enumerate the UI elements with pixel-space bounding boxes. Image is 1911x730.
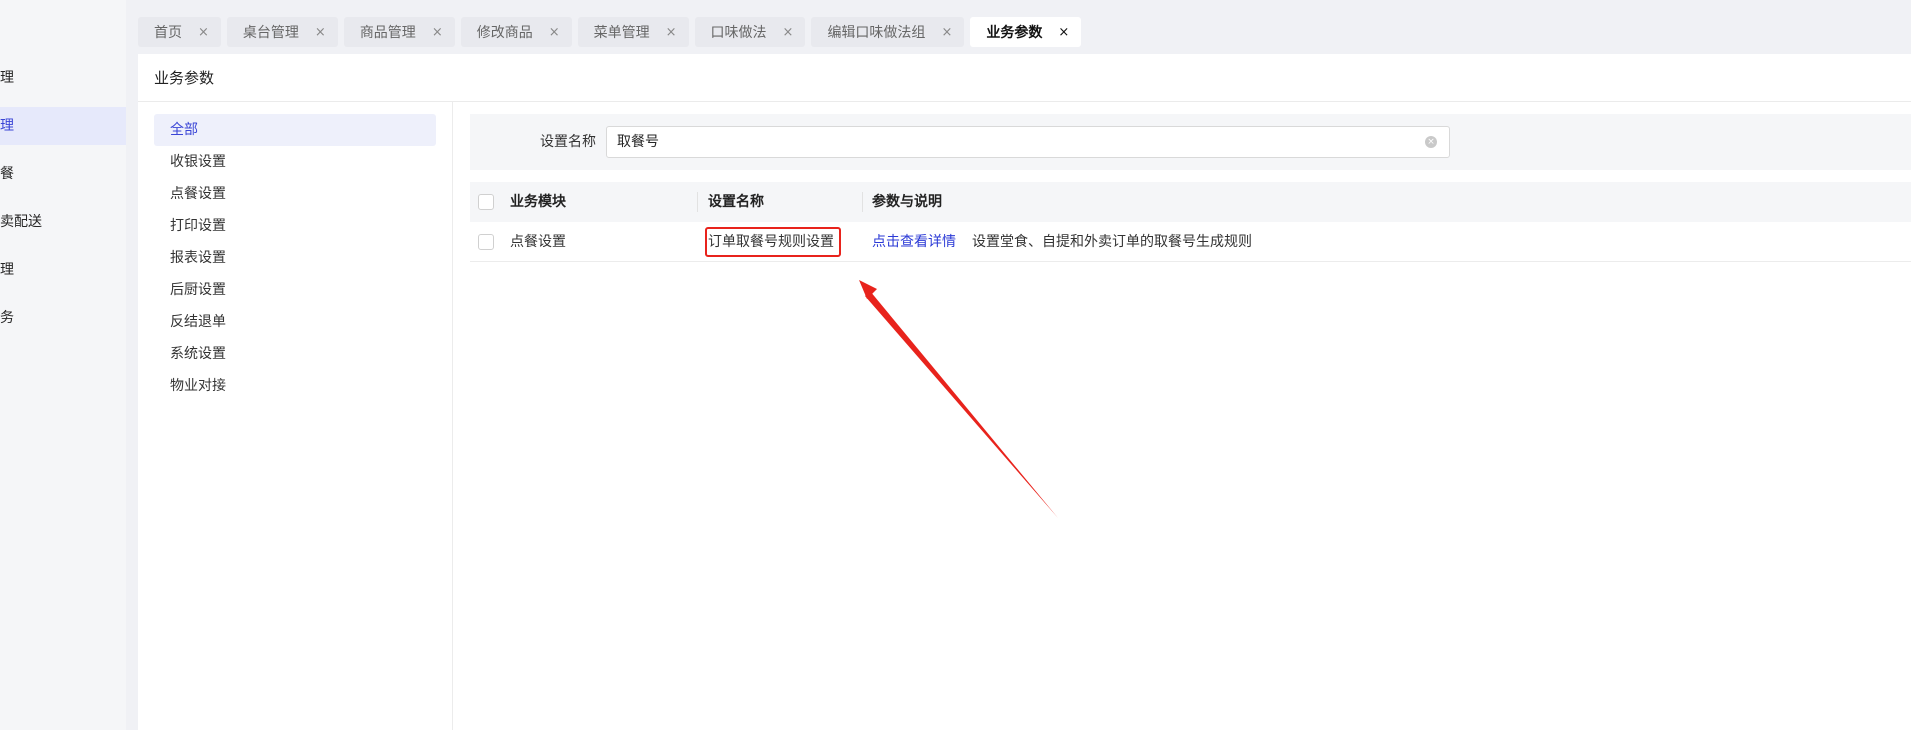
column-divider[interactable] bbox=[697, 192, 698, 212]
category-item-reverse-settle[interactable]: 反结退单 bbox=[154, 306, 436, 338]
tab-flavor-method[interactable]: 口味做法 × bbox=[694, 17, 806, 47]
header-module: 业务模块 bbox=[510, 194, 566, 210]
close-icon[interactable]: × bbox=[549, 25, 560, 40]
select-all-checkbox[interactable] bbox=[478, 194, 494, 210]
sidebar-item-1[interactable]: 管理 bbox=[0, 59, 126, 97]
tab-label: 首页 bbox=[154, 25, 182, 41]
header-params: 参数与说明 bbox=[872, 194, 942, 210]
category-item-printing[interactable]: 打印设置 bbox=[154, 210, 436, 242]
category-item-property[interactable]: 物业对接 bbox=[154, 370, 436, 402]
category-list: 全部 收银设置 点餐设置 打印设置 报表设置 后厨设置 反结退单 系统设置 物业… bbox=[138, 102, 453, 730]
row-module: 点餐设置 bbox=[510, 234, 566, 250]
clear-icon[interactable]: × bbox=[1425, 136, 1437, 148]
search-input[interactable]: 取餐号 × bbox=[606, 126, 1450, 158]
tab-home[interactable]: 首页 × bbox=[138, 17, 221, 47]
sidebar-item-2[interactable]: 管理 bbox=[0, 107, 126, 145]
tab-product-management[interactable]: 商品管理 × bbox=[343, 17, 455, 47]
category-item-all[interactable]: 全部 bbox=[154, 114, 436, 146]
row-checkbox[interactable] bbox=[478, 234, 494, 250]
table-header: 业务模块 设置名称 参数与说明 bbox=[470, 182, 1911, 222]
row-setting-name: 订单取餐号规则设置 bbox=[708, 234, 834, 250]
tab-menu-management[interactable]: 菜单管理 × bbox=[577, 17, 689, 47]
category-item-report[interactable]: 报表设置 bbox=[154, 242, 436, 274]
left-sidebar: 管理 管理 点餐 外卖配送 管理 服务 bbox=[0, 0, 126, 730]
tab-label: 业务参数 bbox=[986, 25, 1043, 41]
main-area: 设置名称 取餐号 × 业务模块 设置名称 参数与说明 点餐设置 订单取餐号规则设… bbox=[470, 114, 1911, 730]
page-title: 业务参数 bbox=[138, 54, 1911, 102]
table-row: 点餐设置 订单取餐号规则设置 点击查看详情 设置堂食、自提和外卖订单的取餐号生成… bbox=[470, 222, 1911, 262]
category-item-system[interactable]: 系统设置 bbox=[154, 338, 436, 370]
tab-table-management[interactable]: 桌台管理 × bbox=[226, 17, 338, 47]
close-icon[interactable]: × bbox=[666, 25, 677, 40]
tab-label: 商品管理 bbox=[359, 25, 416, 41]
close-icon[interactable]: × bbox=[1058, 25, 1069, 40]
search-input-value: 取餐号 bbox=[617, 134, 659, 150]
tab-edit-flavor-group[interactable]: 编辑口味做法组 × bbox=[811, 17, 965, 47]
row-description: 设置堂食、自提和外卖订单的取餐号生成规则 bbox=[972, 234, 1252, 250]
content-panel: 全部 收银设置 点餐设置 打印设置 报表设置 后厨设置 反结退单 系统设置 物业… bbox=[138, 102, 1911, 730]
tab-label: 口味做法 bbox=[710, 25, 767, 41]
sidebar-item-4[interactable]: 外卖配送 bbox=[0, 203, 126, 241]
category-item-ordering[interactable]: 点餐设置 bbox=[154, 178, 436, 210]
category-item-cashier[interactable]: 收银设置 bbox=[154, 146, 436, 178]
filter-bar: 设置名称 取餐号 × bbox=[470, 114, 1911, 170]
column-divider[interactable] bbox=[862, 192, 863, 212]
close-icon[interactable]: × bbox=[432, 25, 443, 40]
tab-label: 桌台管理 bbox=[242, 25, 299, 41]
sidebar-item-6[interactable]: 服务 bbox=[0, 299, 126, 337]
category-item-kitchen[interactable]: 后厨设置 bbox=[154, 274, 436, 306]
tab-edit-product[interactable]: 修改商品 × bbox=[460, 17, 572, 47]
tab-label: 修改商品 bbox=[476, 25, 533, 41]
filter-label: 设置名称 bbox=[540, 134, 596, 150]
sidebar-item-5[interactable]: 管理 bbox=[0, 251, 126, 289]
close-icon[interactable]: × bbox=[315, 25, 326, 40]
view-details-link[interactable]: 点击查看详情 bbox=[872, 222, 956, 262]
tab-label: 菜单管理 bbox=[593, 25, 650, 41]
tab-business-params[interactable]: 业务参数 × bbox=[970, 17, 1082, 47]
settings-table: 业务模块 设置名称 参数与说明 点餐设置 订单取餐号规则设置 点击查看详情 设置… bbox=[470, 182, 1911, 262]
close-icon[interactable]: × bbox=[198, 25, 209, 40]
tabs-bar: 首页 × 桌台管理 × 商品管理 × 修改商品 × 菜单管理 × 口味做法 × … bbox=[126, 10, 1911, 54]
tab-label: 编辑口味做法组 bbox=[827, 25, 926, 41]
header-name: 设置名称 bbox=[708, 194, 764, 210]
close-icon[interactable]: × bbox=[941, 25, 952, 40]
sidebar-item-3[interactable]: 点餐 bbox=[0, 155, 126, 193]
close-icon[interactable]: × bbox=[783, 25, 794, 40]
